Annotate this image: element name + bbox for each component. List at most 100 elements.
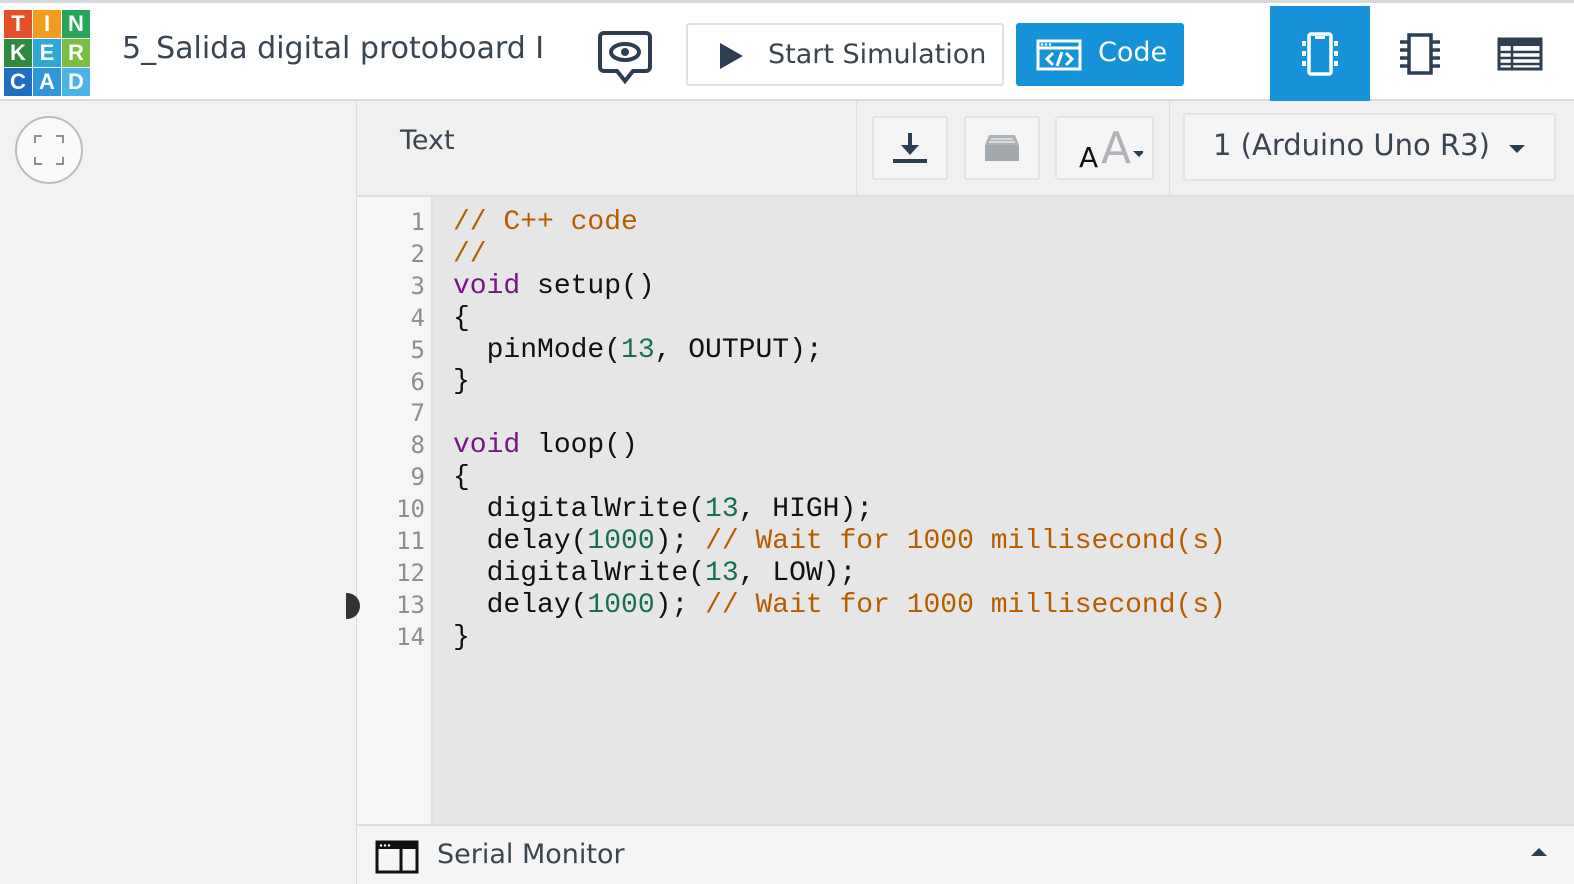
start-simulation-button[interactable]: Start Simulation (686, 23, 1004, 86)
code-token: , HIGH); (738, 494, 874, 526)
code-token: setup() (520, 270, 655, 302)
code-line[interactable]: digitalWrite(13, HIGH); (453, 494, 1226, 526)
code-token: digitalWrite( (453, 494, 706, 526)
code-token: { (453, 302, 470, 334)
code-token: 13 (705, 494, 739, 526)
code-token: // C++ code (453, 207, 638, 238)
fit-to-view-button[interactable] (15, 116, 83, 184)
line-number: 8 (410, 431, 425, 460)
serial-monitor-label: Serial Monitor (437, 839, 625, 870)
code-line[interactable]: void setup() (453, 271, 1226, 303)
toolbar-divider (1169, 101, 1170, 195)
code-token: digitalWrite( (453, 557, 706, 589)
code-button[interactable]: Code (1016, 23, 1184, 86)
circuit-view-button[interactable] (1270, 6, 1370, 102)
start-simulation-label: Start Simulation (768, 39, 987, 70)
code-line[interactable]: pinMode(13, OUTPUT); (453, 335, 1226, 367)
code-editor-toolbar: Text A A 1 (Arduino Uno R3) (357, 101, 1574, 197)
code-text[interactable]: // C++ code//void setup(){ pinMode(13, O… (453, 207, 1226, 653)
code-line[interactable]: // C++ code (453, 207, 1226, 239)
code-token: // Wait for 1000 millisecond(s) (705, 589, 1226, 621)
tinkercad-logo[interactable]: TIN KER CAD (4, 10, 90, 98)
line-numbers: 1 2 3 4 5 6 7 8 9 10 11 12 13 14 (357, 207, 425, 654)
serial-monitor-bar[interactable]: Serial Monitor (357, 824, 1574, 884)
code-token: , OUTPUT); (654, 334, 823, 366)
logo-letter: K (4, 39, 32, 67)
code-token: 1000 (587, 589, 655, 621)
top-bar: TINKERCAD 5_Salida digital protoboard I … (0, 0, 1574, 102)
code-token: { (453, 462, 470, 494)
chevron-up-icon[interactable] (1531, 848, 1547, 856)
code-token: void (453, 430, 521, 462)
font-size-button[interactable]: A A (1055, 116, 1154, 180)
code-token: delay( (453, 525, 588, 557)
board-select-dropdown[interactable]: 1 (Arduino Uno R3) (1183, 113, 1556, 181)
logo-letter: T (4, 10, 32, 38)
code-token: 13 (621, 334, 655, 366)
code-window-icon (1036, 39, 1082, 71)
code-line[interactable]: } (453, 366, 1226, 398)
library-button[interactable] (964, 116, 1040, 180)
component-list-button[interactable] (1470, 6, 1570, 102)
play-icon (720, 43, 743, 69)
code-line[interactable]: { (453, 303, 1226, 335)
font-size-icon: A A (1079, 125, 1143, 171)
code-token: ); (654, 525, 706, 557)
board-select-value: 1 (Arduino Uno R3) (1213, 128, 1490, 162)
fit-to-view-icon (34, 135, 64, 165)
editor-mode-label[interactable]: Text (400, 125, 455, 156)
toolbar-divider (856, 101, 857, 195)
code-label: Code (1098, 37, 1168, 68)
code-line[interactable]: delay(1000); // Wait for 1000 millisecon… (453, 526, 1226, 558)
line-number: 4 (410, 303, 425, 332)
code-line[interactable]: delay(1000); // Wait for 1000 millisecon… (453, 590, 1226, 622)
code-line[interactable]: digitalWrite(13, LOW); (453, 558, 1226, 590)
line-number: 6 (410, 367, 425, 396)
code-line[interactable]: // (453, 239, 1226, 271)
code-token: loop() (520, 430, 638, 462)
code-token: 13 (705, 557, 739, 589)
code-line[interactable]: { (453, 462, 1226, 494)
line-number: 3 (410, 271, 425, 300)
code-token: pinMode( (453, 334, 622, 366)
schematic-view-button[interactable] (1370, 6, 1470, 102)
code-token: // (453, 238, 487, 270)
code-token: void (453, 270, 521, 302)
line-number: 13 (396, 590, 425, 619)
code-token: 1000 (587, 525, 655, 557)
circuit-view-icon (1302, 32, 1338, 76)
logo-letter: R (62, 39, 90, 67)
logo-letter: C (4, 68, 32, 96)
code-token: delay( (453, 589, 588, 621)
component-list-icon (1497, 37, 1543, 71)
code-line[interactable]: void loop() (453, 430, 1226, 462)
line-number: 1 (410, 208, 425, 236)
line-number: 10 (396, 495, 425, 524)
chevron-down-icon (1509, 145, 1525, 153)
logo-letter: I (33, 10, 61, 38)
logo-letter: D (62, 68, 90, 96)
line-number: 11 (396, 527, 425, 556)
svg-text:A: A (1101, 125, 1131, 171)
chat-button[interactable] (598, 27, 652, 87)
svg-text:A: A (1079, 141, 1098, 171)
download-code-button[interactable] (872, 116, 948, 180)
library-tray-icon (985, 135, 1019, 161)
serial-monitor-icon (375, 840, 419, 874)
code-token: ); (654, 589, 706, 621)
logo-letter: N (62, 10, 90, 38)
code-line[interactable]: } (453, 622, 1226, 654)
download-icon (893, 133, 927, 163)
code-token: } (453, 621, 470, 653)
logo-letter: A (33, 68, 61, 96)
circuit-canvas-panel[interactable] (0, 101, 357, 884)
schematic-chip-icon (1400, 33, 1440, 75)
project-title[interactable]: 5_Salida digital protoboard I (122, 31, 544, 66)
line-number: 14 (396, 622, 425, 651)
line-number: 9 (410, 463, 425, 492)
code-line[interactable] (453, 398, 1226, 430)
line-number: 7 (410, 399, 425, 428)
logo-letter: E (33, 39, 61, 67)
line-number: 5 (410, 335, 425, 364)
code-token: , LOW); (738, 557, 857, 589)
